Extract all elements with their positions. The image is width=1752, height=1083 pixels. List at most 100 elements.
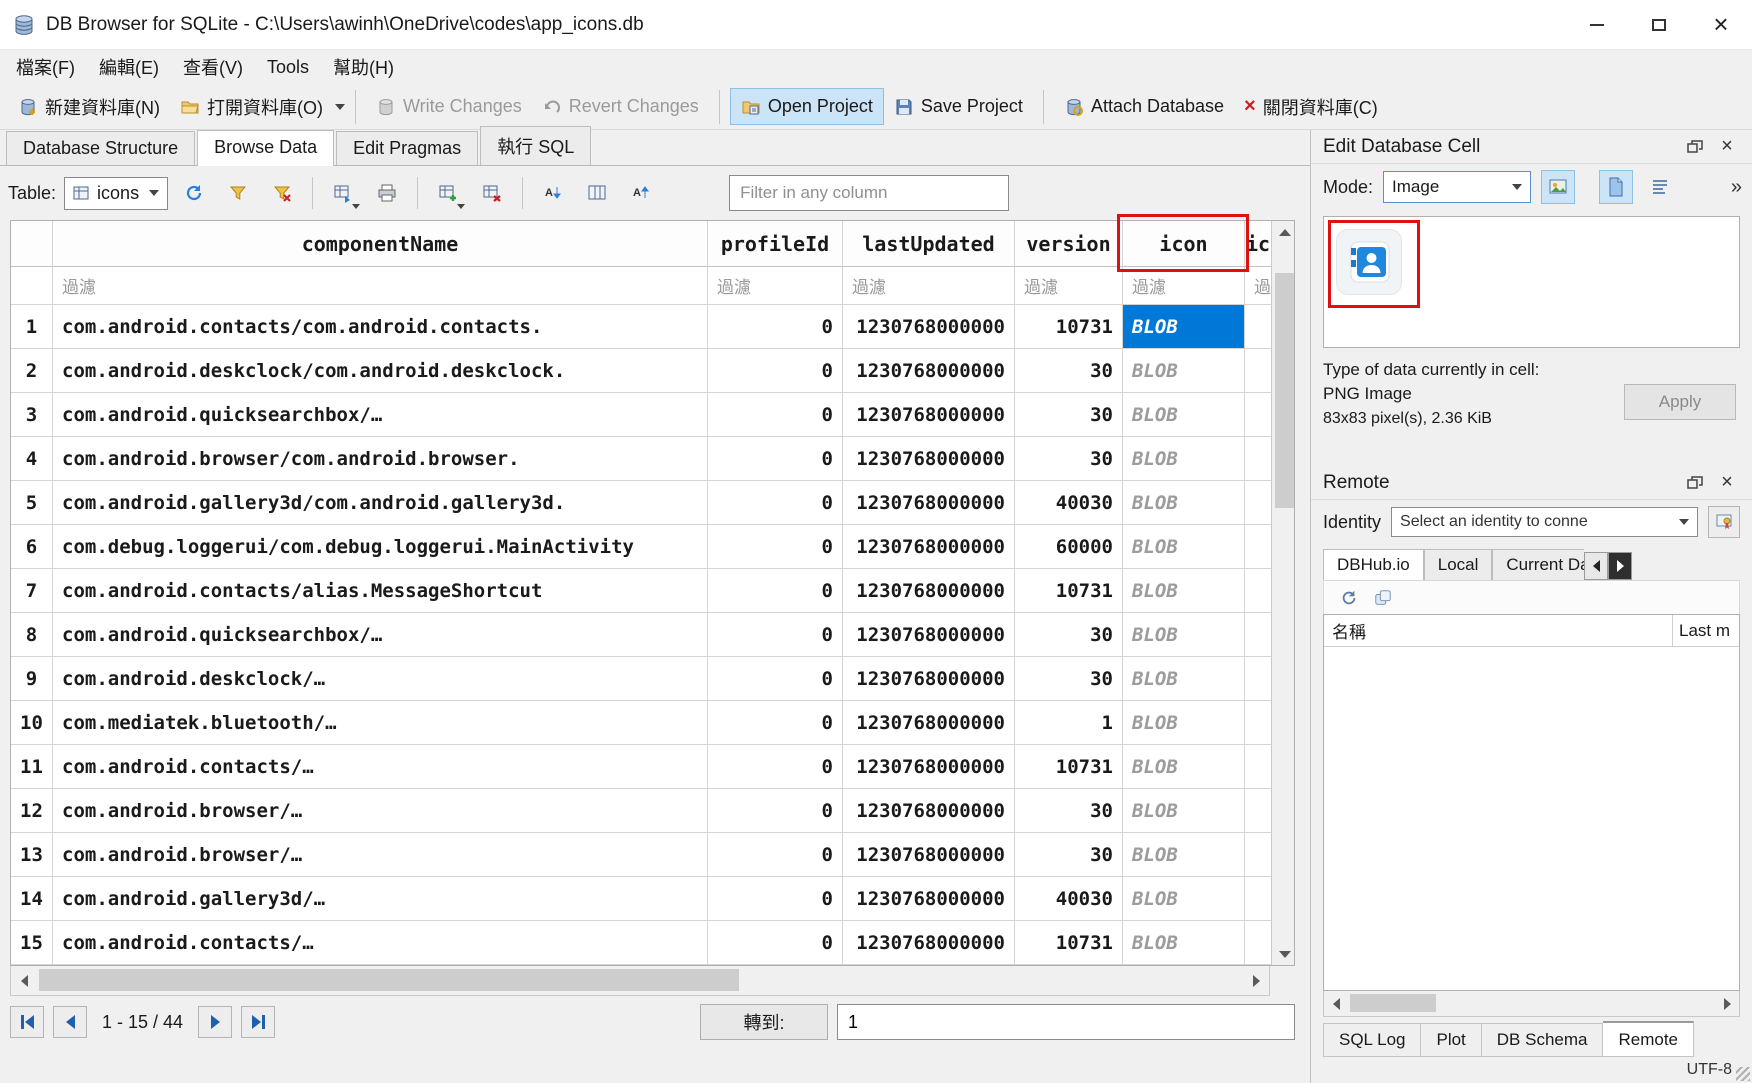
cell-profileId[interactable]: 0: [708, 525, 843, 569]
row-number[interactable]: 13: [11, 833, 53, 877]
close-panel-icon[interactable]: ×: [1714, 135, 1740, 159]
filter-any-column-input[interactable]: [729, 175, 1009, 211]
cell-icon-blob[interactable]: BLOB: [1123, 921, 1245, 965]
sort-desc-button[interactable]: A: [623, 175, 659, 211]
cell-version[interactable]: 30: [1015, 833, 1123, 877]
row-number[interactable]: 3: [11, 393, 53, 437]
remote-refresh-icon[interactable]: [1340, 589, 1358, 607]
cell-version[interactable]: 30: [1015, 437, 1123, 481]
cell-profileId[interactable]: 0: [708, 393, 843, 437]
column-header-version[interactable]: version: [1015, 221, 1123, 267]
cell-icon-blob[interactable]: BLOB: [1123, 877, 1245, 921]
cell-lastUpdated[interactable]: 1230768000000: [843, 701, 1015, 745]
scroll-left-arrow[interactable]: [11, 966, 37, 995]
close-panel-icon[interactable]: ×: [1714, 471, 1740, 495]
table-row[interactable]: 14 com.android.gallery3d/… 0 12307680000…: [11, 877, 1271, 921]
remote-horizontal-scrollbar[interactable]: [1323, 991, 1740, 1017]
cell-profileId[interactable]: 0: [708, 745, 843, 789]
table-row[interactable]: 12 com.android.browser/… 0 1230768000000…: [11, 789, 1271, 833]
remote-tab-current-database[interactable]: Current Dat: [1492, 549, 1584, 580]
maximize-button[interactable]: [1628, 0, 1690, 50]
revert-changes-button[interactable]: Revert Changes: [532, 89, 709, 124]
cell-lastUpdated[interactable]: 1230768000000: [843, 569, 1015, 613]
write-changes-button[interactable]: Write Changes: [366, 89, 532, 124]
cell-lastUpdated[interactable]: 1230768000000: [843, 833, 1015, 877]
next-record-button[interactable]: [198, 1006, 232, 1038]
cell-icon-blob[interactable]: BLOB: [1123, 437, 1245, 481]
remote-column-last-modified[interactable]: Last m: [1673, 615, 1739, 646]
table-row[interactable]: 5 com.android.gallery3d/com.android.gall…: [11, 481, 1271, 525]
cell-version[interactable]: 10731: [1015, 569, 1123, 613]
tab-execute-sql[interactable]: 執行 SQL: [480, 126, 591, 165]
blob-image-preview[interactable]: [1336, 229, 1402, 295]
menu-edit[interactable]: 編輯(E): [87, 50, 171, 84]
previous-record-button[interactable]: [53, 1006, 87, 1038]
cell-componentName[interactable]: com.debug.loggerui/com.debug.loggerui.Ma…: [53, 525, 708, 569]
close-database-button[interactable]: × 關閉資料庫(C): [1234, 87, 1388, 127]
tab-edit-pragmas[interactable]: Edit Pragmas: [336, 131, 478, 165]
cell-componentName[interactable]: com.android.quicksearchbox/…: [53, 393, 708, 437]
bottom-tab-sql-log[interactable]: SQL Log: [1323, 1023, 1421, 1057]
save-project-button[interactable]: Save Project: [884, 89, 1033, 124]
cell-lastUpdated[interactable]: 1230768000000: [843, 613, 1015, 657]
cell-componentName[interactable]: com.android.gallery3d/com.android.galler…: [53, 481, 708, 525]
filter-partial[interactable]: 過濾: [1245, 267, 1271, 305]
bottom-tab-plot[interactable]: Plot: [1421, 1023, 1481, 1057]
text-document-view-button[interactable]: [1599, 170, 1633, 204]
open-database-button[interactable]: 打開資料庫(O): [170, 87, 333, 127]
row-number[interactable]: 10: [11, 701, 53, 745]
table-row[interactable]: 15 com.android.contacts/… 0 123076800000…: [11, 921, 1271, 965]
binary-view-button[interactable]: [1643, 170, 1677, 204]
cell-lastUpdated[interactable]: 1230768000000: [843, 437, 1015, 481]
table-row[interactable]: 4 com.android.browser/com.android.browse…: [11, 437, 1271, 481]
menu-view[interactable]: 查看(V): [171, 50, 255, 84]
table-row[interactable]: 10 com.mediatek.bluetooth/… 0 1230768000…: [11, 701, 1271, 745]
last-record-button[interactable]: [241, 1006, 275, 1038]
cell-profileId[interactable]: 0: [708, 305, 843, 349]
column-header-partial[interactable]: ic: [1245, 221, 1271, 267]
cell-icon-blob[interactable]: BLOB: [1123, 701, 1245, 745]
row-number[interactable]: 2: [11, 349, 53, 393]
cell-version[interactable]: 30: [1015, 613, 1123, 657]
table-row[interactable]: 8 com.android.quicksearchbox/… 0 1230768…: [11, 613, 1271, 657]
cell-profileId[interactable]: 0: [708, 657, 843, 701]
cell-lastUpdated[interactable]: 1230768000000: [843, 393, 1015, 437]
menu-tools[interactable]: Tools: [255, 53, 321, 82]
row-number[interactable]: 6: [11, 525, 53, 569]
filter-icon[interactable]: 過濾: [1123, 267, 1245, 305]
cell-componentName[interactable]: com.android.browser/…: [53, 833, 708, 877]
attach-database-button[interactable]: Attach Database: [1054, 89, 1234, 124]
scroll-right-arrow[interactable]: [1243, 966, 1269, 995]
new-database-button[interactable]: 新建資料庫(N): [8, 87, 170, 127]
image-mode-button[interactable]: [1541, 170, 1575, 204]
bottom-tab-remote[interactable]: Remote: [1603, 1021, 1694, 1057]
cell-lastUpdated[interactable]: 1230768000000: [843, 789, 1015, 833]
cell-version[interactable]: 1: [1015, 701, 1123, 745]
cell-componentName[interactable]: com.android.quicksearchbox/…: [53, 613, 708, 657]
cell-version[interactable]: 60000: [1015, 525, 1123, 569]
remote-clone-icon[interactable]: [1374, 589, 1392, 607]
menu-help[interactable]: 幫助(H): [321, 50, 406, 84]
table-row[interactable]: 13 com.android.browser/… 0 1230768000000…: [11, 833, 1271, 877]
tab-browse-data[interactable]: Browse Data: [197, 130, 334, 166]
remote-tab-local[interactable]: Local: [1424, 549, 1493, 580]
cell-version[interactable]: 10731: [1015, 745, 1123, 789]
close-button[interactable]: ×: [1690, 0, 1752, 50]
row-number[interactable]: 12: [11, 789, 53, 833]
row-number[interactable]: 9: [11, 657, 53, 701]
tab-database-structure[interactable]: Database Structure: [6, 131, 195, 165]
row-number[interactable]: 14: [11, 877, 53, 921]
row-number[interactable]: 8: [11, 613, 53, 657]
cell-lastUpdated[interactable]: 1230768000000: [843, 349, 1015, 393]
remote-list-body[interactable]: [1324, 647, 1739, 990]
cell-componentName[interactable]: com.android.contacts/com.android.contact…: [53, 305, 708, 349]
filter-profileId[interactable]: 過濾: [708, 267, 843, 305]
vertical-scrollbar-thumb[interactable]: [1275, 273, 1294, 508]
cell-version[interactable]: 40030: [1015, 877, 1123, 921]
cell-profileId[interactable]: 0: [708, 481, 843, 525]
minimize-button[interactable]: [1566, 0, 1628, 50]
row-number[interactable]: 5: [11, 481, 53, 525]
table-row[interactable]: 3 com.android.quicksearchbox/… 0 1230768…: [11, 393, 1271, 437]
scroll-up-arrow[interactable]: [1272, 221, 1297, 243]
cell-lastUpdated[interactable]: 1230768000000: [843, 305, 1015, 349]
